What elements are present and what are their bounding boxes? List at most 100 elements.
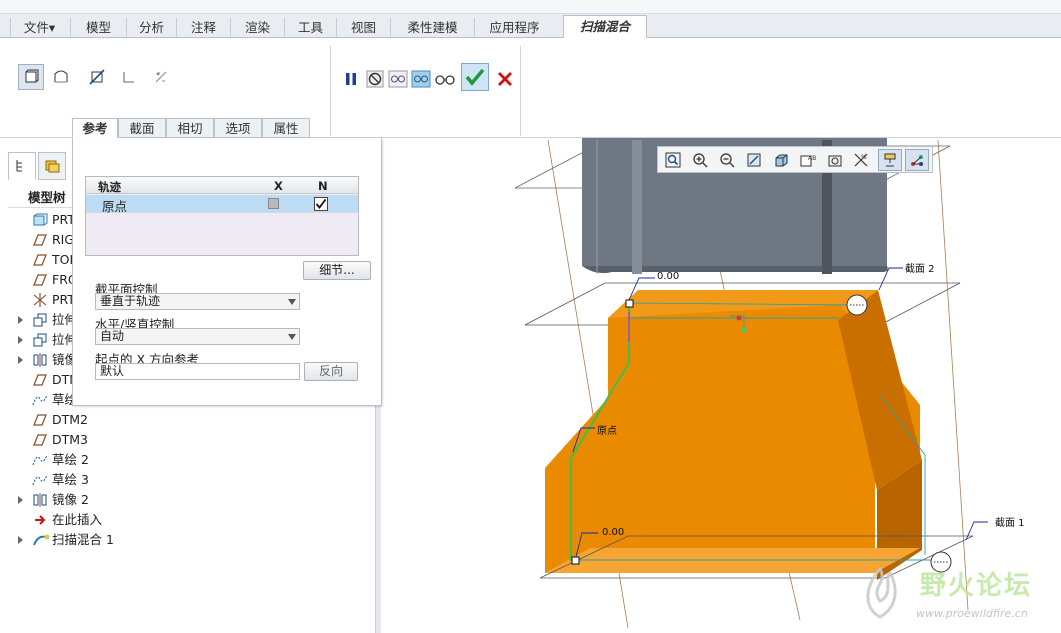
verify-mode-icon[interactable] [408, 66, 434, 92]
tab-applications[interactable]: 应用程序 [474, 18, 554, 38]
tree-item[interactable]: 镜像 2 [8, 490, 372, 510]
thicken-icon[interactable] [116, 64, 142, 90]
section2-label: 截面 2 [905, 264, 935, 275]
section-icon[interactable] [148, 64, 174, 90]
spin-center-icon[interactable] [823, 149, 847, 171]
references-panel: 轨迹 X N 原点 细节... 截平面控制 垂直于轨迹 水平/竖直控制 自动 起… [72, 138, 382, 406]
tree-item-label: 草绘 2 [52, 452, 89, 467]
mirror-icon [32, 353, 48, 367]
datum-plane-icon [32, 233, 48, 247]
trajectory-table: 轨迹 X N 原点 [85, 176, 359, 256]
subtab-options[interactable]: 选项 [214, 118, 262, 138]
hv-control-dropdown[interactable]: 自动 [95, 328, 300, 345]
sketch-icon [32, 393, 48, 407]
tree-item-label: 镜像 2 [52, 492, 89, 507]
confirm-check-icon[interactable] [461, 63, 489, 91]
csys-icon [32, 293, 48, 307]
tree-item[interactable]: DTM3 [8, 430, 372, 450]
repaint-icon[interactable] [742, 149, 766, 171]
datum-plane-icon [32, 373, 48, 387]
section1-label: 截面 1 [995, 518, 1025, 529]
cancel-x-icon[interactable] [492, 66, 518, 92]
sweep-blend-icon [32, 533, 50, 547]
zoom-fit-icon[interactable] [661, 149, 685, 171]
zoom-out-icon[interactable] [715, 149, 739, 171]
annotation-display-icon[interactable]: % [850, 149, 874, 171]
subtab-sections[interactable]: 截面 [118, 118, 166, 138]
datum-plane-icon [32, 413, 48, 427]
datum-display-icon[interactable] [878, 149, 902, 171]
surface-icon[interactable] [48, 64, 74, 90]
flip-button[interactable]: 反向 [304, 362, 358, 381]
datum-plane-icon [32, 253, 48, 267]
chevron-right-icon[interactable] [18, 316, 23, 324]
chevron-right-icon[interactable] [18, 356, 23, 364]
tree-item[interactable]: 草绘 3 [8, 470, 372, 490]
hv-control-value: 自动 [100, 329, 125, 343]
remove-material-icon[interactable] [84, 64, 110, 90]
tab-model[interactable]: 模型 [70, 18, 126, 38]
tab-file[interactable]: 文件▾ [10, 18, 68, 38]
extrude-icon [32, 313, 48, 327]
col-x: X [274, 179, 283, 193]
mirror-icon [32, 493, 48, 507]
table-row[interactable]: 原点 [86, 195, 358, 214]
details-button[interactable]: 细节... [303, 261, 371, 280]
watermark: 野火论坛 www.proewildfire.cn [850, 563, 1055, 629]
chevron-right-icon[interactable] [18, 496, 23, 504]
display-style-icon[interactable] [769, 149, 793, 171]
tree-tab-model[interactable] [8, 152, 36, 180]
chevron-right-icon[interactable] [18, 536, 23, 544]
tree-item[interactable]: 草绘 2 [8, 450, 372, 470]
section-plane-dropdown[interactable]: 垂直于轨迹 [95, 293, 300, 310]
view-toolbar: AB % [657, 146, 933, 173]
col-n: N [318, 179, 328, 193]
dim-bottom-label: 0.00 [602, 527, 625, 538]
chevron-right-icon[interactable] [18, 336, 23, 344]
subtab-properties[interactable]: 属性 [262, 118, 310, 138]
tree-item-label: DTM3 [52, 432, 88, 447]
tab-view[interactable]: 视图 [336, 18, 390, 38]
tree-item-label: 扫描混合 1 [52, 532, 114, 547]
insert-arrow-icon [32, 513, 48, 527]
trajectory-name: 原点 [102, 199, 128, 214]
ribbon-separator [520, 46, 521, 136]
glasses-icon[interactable] [432, 66, 458, 92]
subtab-tangency[interactable]: 相切 [166, 118, 214, 138]
svg-text:%: % [861, 154, 867, 161]
col-trajectory: 轨迹 [98, 180, 121, 194]
tab-flexible-modeling[interactable]: 柔性建模 [390, 18, 474, 38]
tree-item[interactable]: 扫描混合 1 [8, 530, 372, 550]
tab-tools[interactable]: 工具 [284, 18, 336, 38]
tab-render[interactable]: 渲染 [230, 18, 284, 38]
chevron-down-icon [288, 299, 296, 305]
model-graphics [514, 138, 988, 629]
sketch-icon [32, 473, 48, 487]
datum-plane-icon [32, 433, 48, 447]
ribbon-tab-bar: 文件▾ 模型 分析 注释 渲染 工具 视图 柔性建模 应用程序 扫描混合 [0, 14, 1061, 39]
tab-annotate[interactable]: 注释 [176, 18, 230, 38]
part-icon [32, 213, 48, 227]
x-checkbox[interactable] [268, 198, 279, 209]
tab-analysis[interactable]: 分析 [126, 18, 176, 38]
solid-icon[interactable] [18, 64, 44, 90]
tab-sweep-blend[interactable]: 扫描混合 [563, 15, 647, 39]
section-plane-value: 垂直于轨迹 [100, 294, 161, 308]
dim-top-label: 0.00 [657, 271, 680, 282]
graphics-viewport[interactable]: 0.00 0.00 截面 2 截面 1 原点 野火论坛 www.proewild… [381, 138, 1061, 633]
tree-item-label: 在此插入 [52, 512, 103, 527]
tree-item-label: TOI [52, 252, 74, 267]
tree-item-label: DTM2 [52, 412, 88, 427]
n-checkbox[interactable] [314, 197, 328, 211]
tree-tab-folder[interactable] [38, 152, 66, 180]
tree-item[interactable]: DTM2 [8, 410, 372, 430]
svg-text:AB: AB [808, 155, 816, 162]
zoom-in-icon[interactable] [688, 149, 712, 171]
tree-item[interactable]: 在此插入 [8, 510, 372, 530]
csys-display-icon[interactable] [905, 149, 929, 171]
saved-views-icon[interactable]: AB [796, 149, 820, 171]
x-ref-field[interactable]: 默认 [95, 363, 300, 380]
pause-icon[interactable] [338, 66, 364, 92]
subtab-references[interactable]: 参考 [72, 118, 118, 138]
datum-plane-icon [32, 273, 48, 287]
